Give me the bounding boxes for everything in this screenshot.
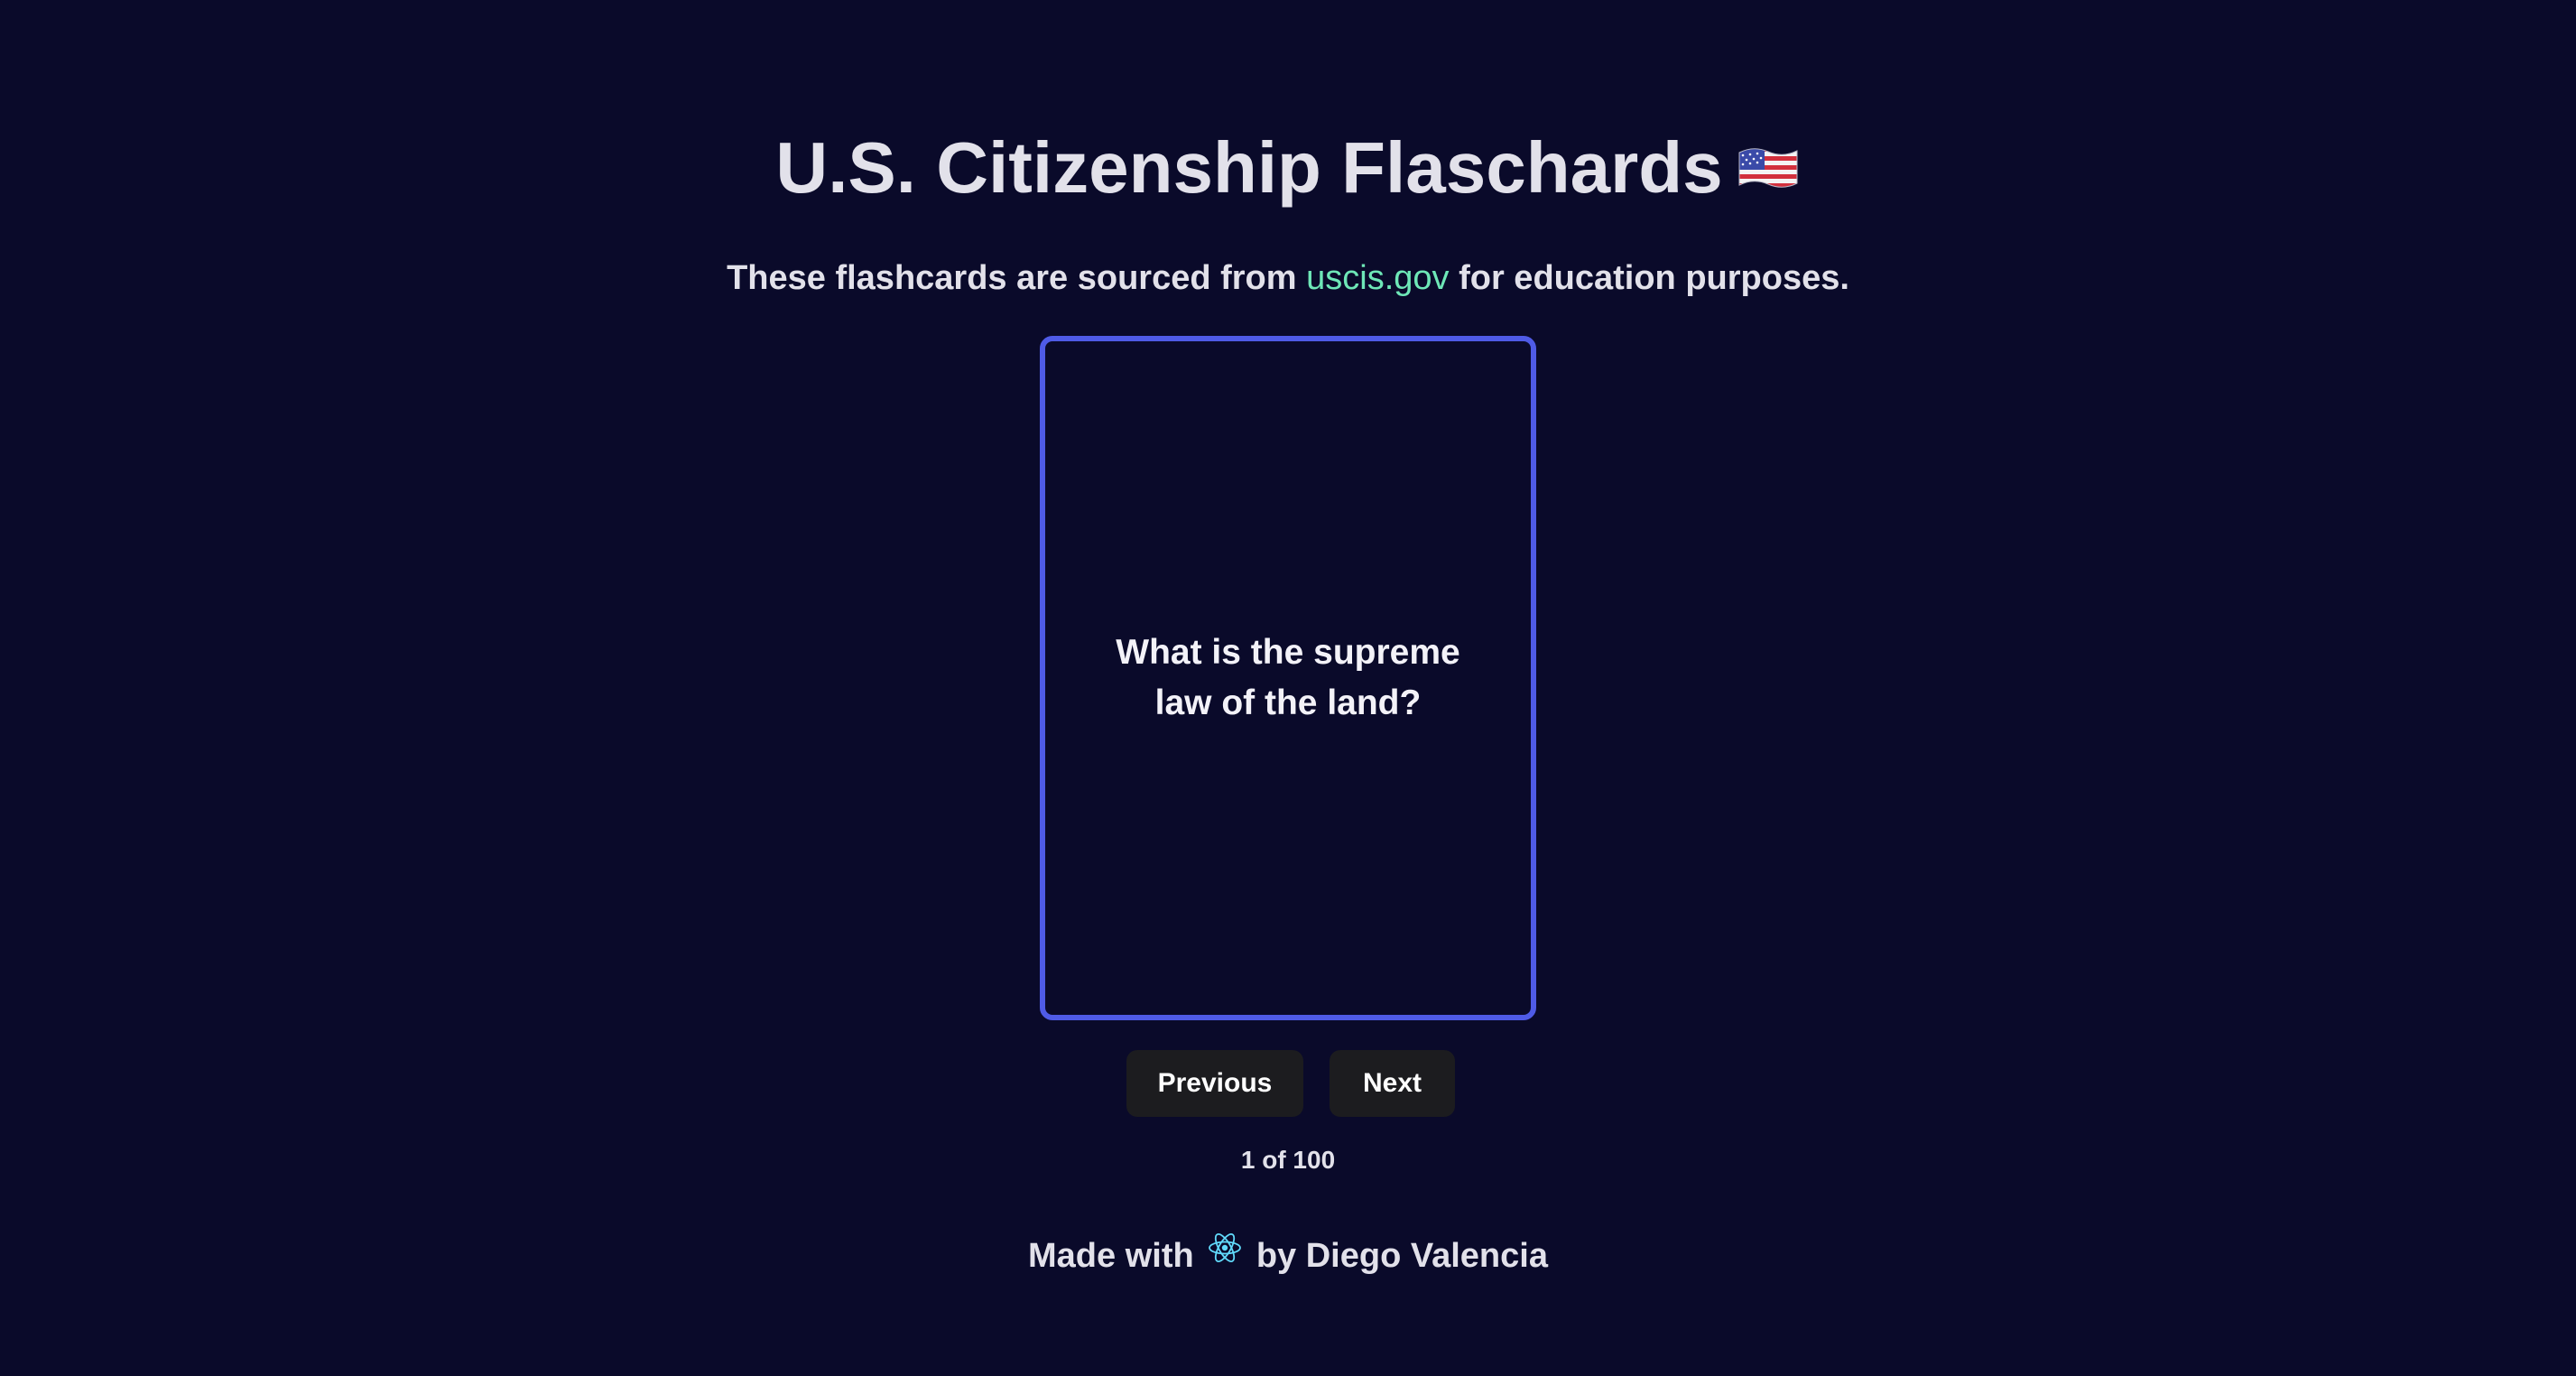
intro-prefix: These flashcards are sourced from — [727, 259, 1297, 297]
intro-suffix: for education purposes. — [1459, 259, 1849, 297]
flashcard-question: What is the supreme law of the land? — [1116, 633, 1460, 722]
card-counter: 1 of 100 — [1240, 1146, 1336, 1174]
page-title: U.S. Citizenship Flaschards — [0, 125, 2576, 217]
flashcard[interactable]: What is the supreme law of the land? — [1040, 336, 1536, 1020]
footer-credit: Made with by Diego Valencia — [0, 1233, 2576, 1281]
intro-text: These flashcards are sourced from uscis.… — [0, 256, 2576, 300]
page: U.S. Citizenship Flaschards These flashc… — [0, 0, 2576, 1376]
footer-suffix: by Diego Valencia — [1256, 1237, 1548, 1275]
uscis-link[interactable]: uscis.gov — [1306, 259, 1449, 297]
react-atom-icon — [1207, 1230, 1243, 1278]
footer-prefix: Made with — [1028, 1237, 1194, 1275]
page-title-text: U.S. Citizenship Flaschards — [775, 127, 1723, 208]
previous-button[interactable]: Previous — [1126, 1050, 1303, 1117]
us-flag-icon — [1736, 125, 1801, 211]
next-button[interactable]: Next — [1330, 1050, 1455, 1117]
